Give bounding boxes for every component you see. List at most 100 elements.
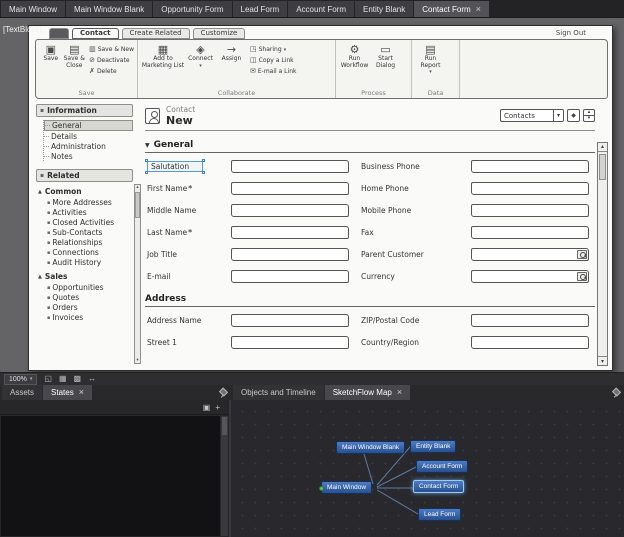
email-a-link-button[interactable]: ✉ E-mail a Link	[250, 68, 296, 75]
nav-item-more-addresses[interactable]: ▪More Addresses	[47, 198, 133, 207]
ribbon-tab-file[interactable]	[49, 28, 69, 39]
save-and-new-button[interactable]: ▥ Save & New	[89, 46, 134, 53]
business-phone-field[interactable]	[471, 160, 589, 173]
tab-sketchflow-map[interactable]: SketchFlow Map ×	[325, 385, 410, 400]
ribbon-tab-contact[interactable]: Contact	[72, 28, 119, 39]
doc-tab-contact-form[interactable]: Contact Form ×	[414, 1, 489, 17]
street1-field[interactable]	[231, 336, 349, 349]
map-node-main-window[interactable]: Main Window	[321, 481, 372, 494]
scrollbar-thumb[interactable]	[599, 154, 606, 180]
chevron-down-icon[interactable]: ▾	[553, 110, 563, 121]
selection-handle[interactable]	[145, 159, 148, 162]
form-scrollbar[interactable]: ▴ ▾	[597, 142, 608, 366]
selection-handle[interactable]	[145, 171, 148, 174]
first-name-field[interactable]	[231, 182, 349, 195]
delete-button[interactable]: ✗ Delete	[89, 68, 134, 75]
nav-item-notes[interactable]: Notes	[44, 152, 133, 161]
zoom-select[interactable]: 100% ▾	[4, 374, 37, 385]
lookup-icon[interactable]	[577, 272, 587, 281]
ribbon-tab-customize[interactable]: Customize	[193, 28, 246, 39]
close-icon[interactable]: ×	[476, 5, 481, 13]
mobile-phone-field[interactable]	[471, 204, 589, 217]
tab-states[interactable]: States ×	[43, 385, 92, 400]
tab-objects-and-timeline[interactable]: Objects and Timeline	[233, 385, 324, 400]
save-and-close-button[interactable]: ▤ Save & Close	[63, 42, 87, 88]
doc-tab-entity-blank[interactable]: Entity Blank	[355, 1, 413, 17]
section-header-address[interactable]: Address	[145, 294, 595, 307]
doc-tab-main-window-blank[interactable]: Main Window Blank	[66, 1, 152, 17]
doc-tab-opportunity-form[interactable]: Opportunity Form	[153, 1, 231, 17]
nav-item-quotes[interactable]: ▪Quotes	[47, 293, 133, 302]
add-state-group-icon[interactable]: +	[215, 403, 220, 412]
run-report-button[interactable]: ▤ Run Report ▾	[415, 42, 446, 88]
scroll-up-icon[interactable]: ▴	[135, 185, 140, 190]
nav-item-audit-history[interactable]: ▪Audit History	[47, 258, 133, 267]
next-record-icon[interactable]: ▾	[584, 116, 594, 121]
selection-tool-icon[interactable]: ◱	[44, 374, 52, 384]
selection-handle[interactable]	[202, 171, 205, 174]
country-region-field[interactable]	[471, 336, 589, 349]
address-name-field[interactable]	[231, 314, 349, 327]
nav-item-general[interactable]: General	[44, 120, 133, 131]
assign-button[interactable]: → Assign	[216, 42, 247, 88]
run-workflow-button[interactable]: ⚙ Run Workflow	[339, 42, 370, 88]
start-dialog-button[interactable]: ▭ Start Dialog	[370, 42, 401, 88]
nav-scrollbar[interactable]: ▴ ▾	[134, 184, 141, 364]
fax-field[interactable]	[471, 226, 589, 239]
selection-handle[interactable]	[202, 159, 205, 162]
add-to-marketing-list-button[interactable]: ▦ Add to Marketing List	[141, 42, 185, 88]
snap-to-grid-icon[interactable]: ▩	[74, 374, 82, 384]
close-icon[interactable]: ×	[79, 385, 84, 400]
lookup-icon[interactable]	[577, 250, 587, 259]
scrollbar-thumb[interactable]	[135, 192, 140, 218]
record-navigation[interactable]: ▴ ▾	[583, 109, 595, 122]
ribbon-tab-create-related[interactable]: Create Related	[122, 28, 190, 39]
camera-icon[interactable]: ▣	[203, 403, 211, 412]
nav-item-activities[interactable]: ▪Activities	[47, 208, 133, 217]
nav-item-details[interactable]: Details	[44, 132, 133, 141]
snaplines-icon[interactable]: ↔	[88, 374, 96, 384]
currency-field[interactable]	[471, 270, 589, 283]
pin-icon[interactable]	[612, 388, 621, 398]
deactivate-button[interactable]: ⊘ Deactivate	[89, 57, 134, 64]
nav-item-relationships[interactable]: ▪Relationships	[47, 238, 133, 247]
doc-tab-account-form[interactable]: Account Form	[288, 1, 354, 17]
scroll-up-icon[interactable]: ▴	[598, 143, 607, 152]
states-scrollbar[interactable]	[221, 416, 228, 536]
parent-customer-field[interactable]	[471, 248, 589, 261]
copy-a-link-button[interactable]: ◫ Copy a Link	[250, 57, 296, 64]
view-record-button[interactable]: ◆	[567, 109, 580, 122]
nav-item-invoices[interactable]: ▪Invoices	[47, 313, 133, 322]
home-phone-field[interactable]	[471, 182, 589, 195]
save-button[interactable]: ▣ Save	[39, 42, 63, 88]
scroll-down-icon[interactable]: ▾	[135, 358, 140, 363]
scroll-down-icon[interactable]: ▾	[598, 356, 607, 365]
selected-textblock[interactable]: Salutation	[147, 161, 203, 172]
last-name-field[interactable]	[231, 226, 349, 239]
record-set-combobox[interactable]: Contacts ▾	[500, 109, 564, 122]
selected-element-breadcrumb[interactable]: [TextBlock]	[3, 25, 42, 34]
close-icon[interactable]: ×	[397, 385, 402, 400]
nav-item-connections[interactable]: ▪Connections	[47, 248, 133, 257]
map-node-contact-form[interactable]: Contact Form	[413, 480, 464, 493]
pin-icon[interactable]	[219, 388, 228, 398]
doc-tab-main-window[interactable]: Main Window	[1, 1, 65, 17]
nav-item-closed-activities[interactable]: ▪Closed Activities	[47, 218, 133, 227]
map-node-main-window-blank[interactable]: Main Window Blank	[336, 441, 405, 454]
nav-item-orders[interactable]: ▪Orders	[47, 303, 133, 312]
nav-group-common[interactable]: ▲ Common	[38, 187, 133, 196]
nav-item-sub-contacts[interactable]: ▪Sub-Contacts	[47, 228, 133, 237]
nav-item-opportunities[interactable]: ▪Opportunities	[47, 283, 133, 292]
middle-name-field[interactable]	[231, 204, 349, 217]
sharing-button[interactable]: ◳ Sharing ▾	[250, 46, 296, 53]
connect-button[interactable]: ◈ Connect ▾	[185, 42, 216, 88]
map-node-account-form[interactable]: Account Form	[416, 460, 468, 473]
salutation-field[interactable]	[231, 160, 349, 173]
show-grid-icon[interactable]: ▦	[59, 374, 67, 384]
job-title-field[interactable]	[231, 248, 349, 261]
sign-out-link[interactable]: Sign Out	[556, 29, 586, 37]
email-field[interactable]	[231, 270, 349, 283]
nav-item-administration[interactable]: Administration	[44, 142, 133, 151]
zip-postal-code-field[interactable]	[471, 314, 589, 327]
doc-tab-lead-form[interactable]: Lead Form	[233, 1, 288, 17]
